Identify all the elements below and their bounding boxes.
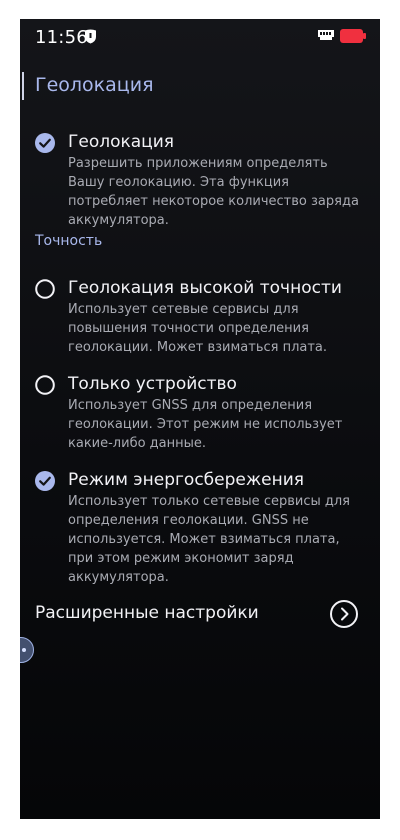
title-accent-bar xyxy=(22,72,24,100)
mode-option-description: Использует только сетевые сервисы для оп… xyxy=(68,494,350,585)
page-header: Геолокация xyxy=(20,71,380,101)
advanced-settings-button[interactable] xyxy=(330,600,358,628)
mode-option-title: Только устройство xyxy=(68,374,237,394)
mode-option-title: Режим энергосбережения xyxy=(68,470,305,490)
radio-unselected-icon[interactable] xyxy=(35,279,55,299)
mode-option-description: Использует сетевые сервисы для повышения… xyxy=(68,302,328,355)
location-toggle-row[interactable]: Геолокация Разрешить приложениям определ… xyxy=(20,132,380,228)
location-toggle-title: Геолокация xyxy=(68,132,175,152)
location-checkbox-checked-icon[interactable] xyxy=(35,133,55,153)
mode-option-device-only[interactable]: Только устройство Использует GNSS для оп… xyxy=(20,374,380,452)
handle-dot-icon xyxy=(22,648,26,652)
mode-option-description: Использует GNSS для определения геолокац… xyxy=(68,398,343,451)
battery-icon xyxy=(340,29,366,43)
phone-screen: 11:56 Геолокация Геолокация Разрешить пр… xyxy=(20,19,380,819)
floating-assistive-handle[interactable] xyxy=(20,637,34,663)
chevron-right-icon xyxy=(341,607,349,621)
status-time: 11:56 xyxy=(35,27,88,48)
shield-icon xyxy=(85,29,96,44)
page-title: Геолокация xyxy=(35,74,154,96)
mode-option-title: Геолокация высокой точности xyxy=(68,278,342,298)
advanced-settings-label: Расширенные настройки xyxy=(35,603,259,623)
radio-selected-check-icon[interactable] xyxy=(35,471,55,491)
accuracy-section-label: Точность xyxy=(35,233,103,249)
status-bar: 11:56 xyxy=(20,19,380,55)
advanced-settings-row[interactable]: Расширенные настройки xyxy=(20,597,380,633)
mode-option-battery-saving[interactable]: Режим энергосбережения Использует только… xyxy=(20,470,380,585)
radio-unselected-icon[interactable] xyxy=(35,375,55,395)
mode-option-high-accuracy[interactable]: Геолокация высокой точности Использует с… xyxy=(20,278,380,356)
sim-icon xyxy=(318,30,334,40)
location-toggle-description: Разрешить приложениям определять Вашу ге… xyxy=(68,156,359,228)
